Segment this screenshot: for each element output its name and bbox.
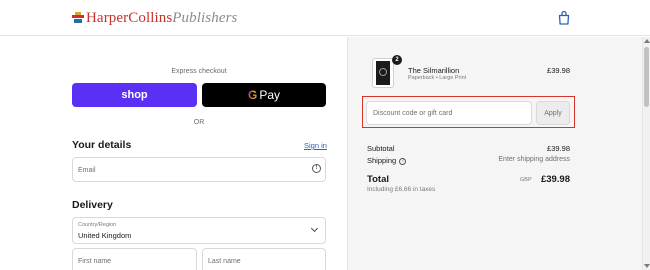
country-region-select[interactable]: Country/Region United Kingdom [72,217,326,244]
apply-discount-button[interactable]: Apply [536,101,570,125]
google-pay-label: Pay [259,88,281,102]
question-icon[interactable]: ? [399,157,407,165]
shopping-bag-icon[interactable] [557,10,571,26]
last-name-placeholder: Last name [208,258,241,265]
shipping-label: Shipping [367,156,397,165]
total-value: £39.98 [540,174,570,185]
scroll-down-arrow-icon[interactable] [644,264,650,268]
product-price: £39.98 [547,66,570,75]
last-name-field[interactable]: Last name [202,248,326,270]
total-label: Total [367,174,389,185]
info-icon[interactable]: ! [312,164,321,173]
scroll-thumb[interactable] [644,47,649,107]
harpercollins-logo[interactable]: HarperCollinsPublishers [72,9,237,27]
page-scrollbar[interactable] [642,37,650,270]
product-format: Paperback • Large Print [408,75,467,81]
subtotal-value: £39.98 [547,144,570,153]
google-pay-button[interactable]: G Pay [202,83,326,107]
shop-pay-button[interactable]: shop [72,83,197,107]
delivery-heading: Delivery [72,199,113,211]
express-checkout-label: Express checkout [171,68,227,75]
or-divider-label: OR [193,119,205,126]
shipping-value: Enter shipping address [498,156,570,163]
scroll-up-arrow-icon[interactable] [644,39,650,43]
country-region-value: United Kingdom [78,231,132,240]
subtotal-label: Subtotal [367,144,395,153]
product-thumbnail [372,58,394,88]
site-header: HarperCollinsPublishers [0,0,650,36]
first-name-placeholder: First name [78,258,112,265]
product-title: The Silmarillion [408,66,460,75]
email-field[interactable]: Email [72,157,326,182]
discount-placeholder: Discount code or gift card [373,110,453,117]
logo-primary-text: HarperCollins [86,9,173,26]
email-placeholder: Email [78,167,96,174]
currency-code: GBP [520,177,532,183]
first-name-field[interactable]: First name [72,248,197,270]
logo-secondary-text: Publishers [172,9,238,26]
quantity-badge: 2 [392,55,402,65]
country-region-label: Country/Region [78,222,117,228]
logo-flame-icon [72,12,84,24]
google-g-icon: G [247,88,258,102]
discount-code-input[interactable]: Discount code or gift card [366,101,532,125]
book-cover-image [376,61,390,85]
shipping-row: Shipping? [367,156,407,165]
tax-note: Including £6.66 in taxes [367,186,436,193]
your-details-heading: Your details [72,139,132,151]
sign-in-link[interactable]: Sign in [304,141,327,150]
